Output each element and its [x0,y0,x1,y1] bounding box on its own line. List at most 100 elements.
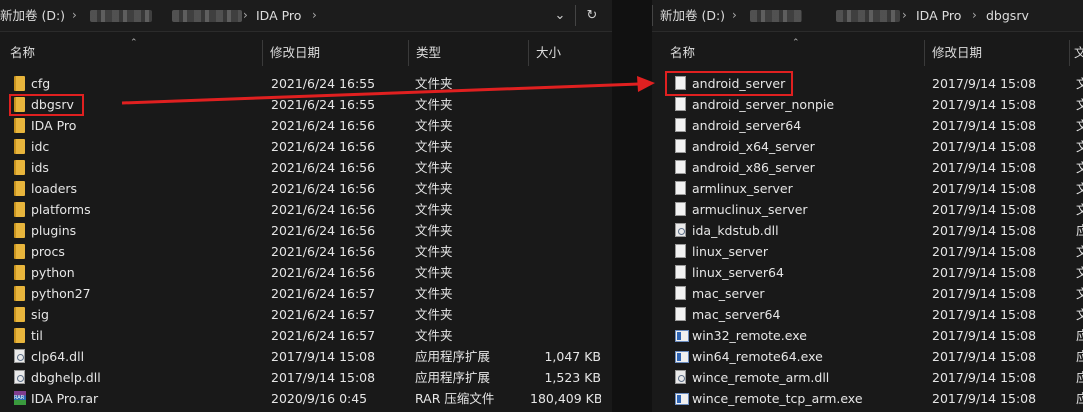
left-col-type[interactable]: 类型 [416,40,441,66]
file-name: win64_remote64.exe [692,349,823,364]
column-divider[interactable] [262,40,263,66]
blurred-path-segment [172,10,242,22]
table-row[interactable]: RAR IDA Pro.rar 2020/9/16 0:45 RAR 压缩文件 180,… [0,388,612,409]
file-size [530,262,601,283]
folder-icon [14,286,25,301]
file-date: 2017/9/14 15:08 [932,328,1037,343]
table-row[interactable]: til 2021/6/24 16:57 文件夹 [0,325,612,346]
right-address-bar[interactable]: 新加卷 (D:) › › IDA Pro › dbgsrv [652,0,1083,32]
file-type: 文 [1076,160,1083,175]
left-breadcrumb-drive[interactable]: 新加卷 (D:) [0,0,65,31]
left-col-size[interactable]: 大小 [536,40,561,66]
table-row[interactable]: android_x64_server 2017/9/14 15:08 文 [652,136,1083,157]
chevron-right-icon[interactable]: › [243,0,248,31]
table-row[interactable]: mac_server 2017/9/14 15:08 文 [652,283,1083,304]
table-row[interactable]: python27 2021/6/24 16:57 文件夹 [0,283,612,304]
table-row[interactable]: armlinux_server 2017/9/14 15:08 文 [652,178,1083,199]
table-row[interactable]: armuclinux_server 2017/9/14 15:08 文 [652,199,1083,220]
window-gap [612,0,652,412]
chevron-right-icon[interactable]: › [972,0,977,31]
file-name: cfg [31,76,51,91]
table-row[interactable]: sig 2021/6/24 16:57 文件夹 [0,304,612,325]
file-type: 文 [1076,181,1083,196]
right-breadcrumb-middle[interactable]: IDA Pro [916,0,961,31]
file-size [530,157,601,178]
table-row[interactable]: python 2021/6/24 16:56 文件夹 [0,262,612,283]
chevron-right-icon[interactable]: › [732,0,737,31]
table-row[interactable]: clp64.dll 2017/9/14 15:08 应用程序扩展 1,047 KB [0,346,612,367]
file-type: 文件夹 [415,181,453,196]
file-size [530,115,601,136]
sort-indicator-icon: ⌃ [130,38,138,48]
table-row[interactable]: android_server64 2017/9/14 15:08 文 [652,115,1083,136]
highlight-box-android-server [665,71,793,96]
table-row[interactable]: win64_remote64.exe 2017/9/14 15:08 应 [652,346,1083,367]
file-type: 文 [1076,139,1083,154]
chevron-right-icon[interactable]: › [902,0,907,31]
file-size [530,136,601,157]
folder-icon [14,181,25,196]
folder-icon [14,265,25,280]
table-row[interactable]: platforms 2021/6/24 16:56 文件夹 [0,199,612,220]
file-date: 2021/6/24 16:56 [271,160,376,175]
file-date: 2017/9/14 15:08 [932,202,1037,217]
chevron-right-icon[interactable]: › [312,0,317,31]
table-row[interactable]: procs 2021/6/24 16:56 文件夹 [0,241,612,262]
file-type: 应 [1076,391,1083,406]
left-col-date[interactable]: 修改日期 [270,40,320,66]
file-type: 文件夹 [415,118,453,133]
table-row[interactable]: IDA Pro 2021/6/24 16:56 文件夹 [0,115,612,136]
right-col-type[interactable]: 文 [1074,40,1083,66]
table-row[interactable]: win32_remote.exe 2017/9/14 15:08 应 [652,325,1083,346]
table-row[interactable]: dbghelp.dll 2017/9/14 15:08 应用程序扩展 1,523 KB [0,367,612,388]
sort-indicator-icon: ⌃ [792,38,800,48]
column-divider[interactable] [528,40,529,66]
dll-icon [14,370,25,384]
left-breadcrumb-current[interactable]: IDA Pro [256,0,301,31]
right-breadcrumb-current[interactable]: dbgsrv [986,0,1029,31]
file-date: 2017/9/14 15:08 [932,97,1037,112]
file-date: 2021/6/24 16:56 [271,118,376,133]
file-icon [675,202,686,216]
table-row[interactable]: plugins 2021/6/24 16:56 文件夹 [0,220,612,241]
left-address-bar[interactable]: 新加卷 (D:) › › IDA Pro › ⌄ ↻ [0,0,612,32]
file-icon [675,160,686,174]
chevron-right-icon[interactable]: › [72,0,77,31]
file-type: 应用程序扩展 [415,370,491,385]
file-name: armuclinux_server [692,202,808,217]
left-col-name[interactable]: 名称 [10,40,35,66]
table-row[interactable]: loaders 2021/6/24 16:56 文件夹 [0,178,612,199]
table-row[interactable]: wince_remote_tcp_arm.exe 2017/9/14 15:08 应 [652,388,1083,409]
file-name: IDA Pro.rar [31,391,99,406]
table-row[interactable]: cfg 2021/6/24 16:55 文件夹 [0,73,612,94]
file-type: 文件夹 [415,328,453,343]
table-row[interactable]: android_x86_server 2017/9/14 15:08 文 [652,157,1083,178]
table-row[interactable]: idc 2021/6/24 16:56 文件夹 [0,136,612,157]
file-name: platforms [31,202,91,217]
column-divider[interactable] [924,40,925,66]
file-icon [675,139,686,153]
file-name: android_x86_server [692,160,815,175]
left-explorer-pane: 新加卷 (D:) › › IDA Pro › ⌄ ↻ ⌃ 名称 修改日期 类型 … [0,0,612,412]
table-row[interactable]: linux_server64 2017/9/14 15:08 文 [652,262,1083,283]
table-row[interactable]: mac_server64 2017/9/14 15:08 文 [652,304,1083,325]
dll-icon [675,223,686,237]
table-row[interactable]: ida_kdstub.dll 2017/9/14 15:08 应 [652,220,1083,241]
chevron-down-icon[interactable]: ⌄ [546,0,574,31]
column-divider[interactable] [408,40,409,66]
right-col-date[interactable]: 修改日期 [932,40,982,66]
table-row[interactable]: linux_server 2017/9/14 15:08 文 [652,241,1083,262]
column-divider[interactable] [1069,40,1070,66]
right-col-name[interactable]: 名称 [670,40,695,66]
refresh-icon[interactable]: ↻ [578,0,606,31]
file-name: armlinux_server [692,181,793,196]
right-breadcrumb-drive[interactable]: 新加卷 (D:) [660,0,725,31]
blurred-path-segment [750,10,802,22]
table-row[interactable]: ids 2021/6/24 16:56 文件夹 [0,157,612,178]
rar-icon: RAR [14,391,26,405]
file-type: 文件夹 [415,160,453,175]
file-name: wince_remote_tcp_arm.exe [692,391,863,406]
table-row[interactable]: android_server_nonpie 2017/9/14 15:08 文 [652,94,1083,115]
table-row[interactable]: dbgsrv 2021/6/24 16:55 文件夹 [0,94,612,115]
table-row[interactable]: wince_remote_arm.dll 2017/9/14 15:08 应 [652,367,1083,388]
